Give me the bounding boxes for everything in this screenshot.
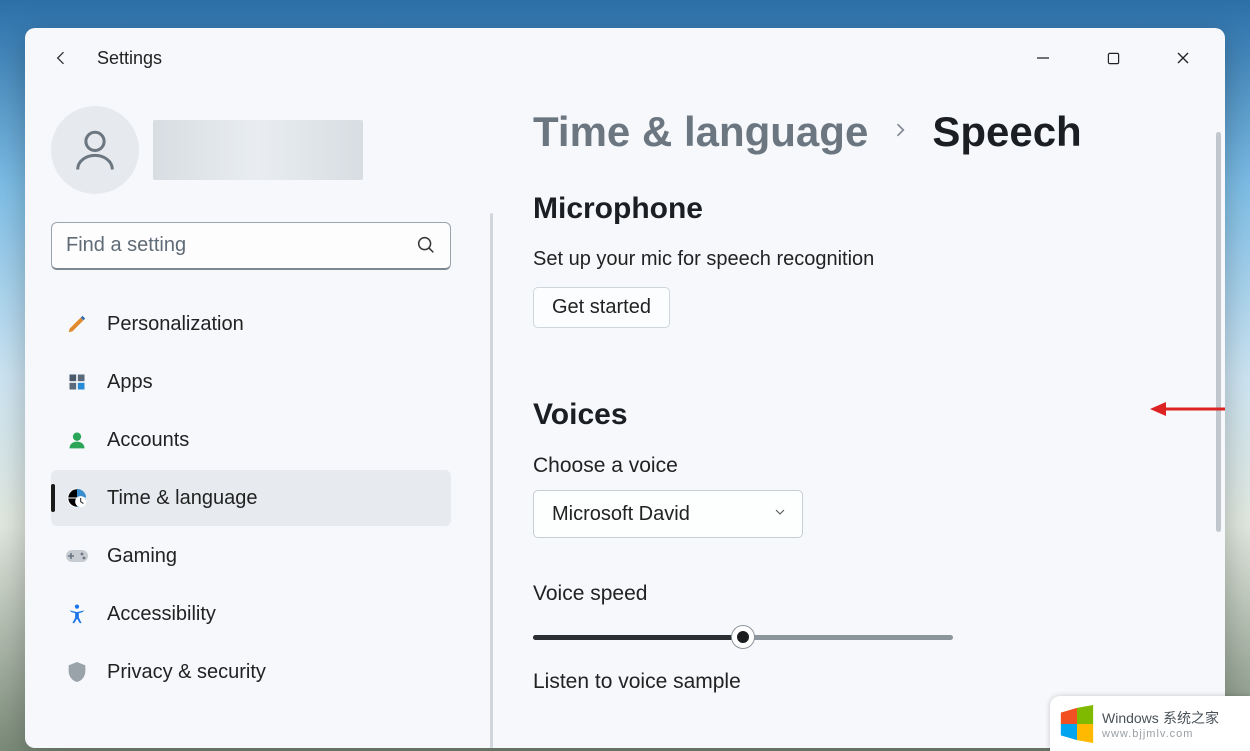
settings-window: Settings (25, 28, 1225, 748)
search-input[interactable] (51, 222, 451, 270)
voice-select[interactable]: Microsoft David (533, 490, 803, 538)
sidebar-item-accessibility[interactable]: Accessibility (51, 586, 451, 642)
microphone-description: Set up your mic for speech recognition (533, 248, 1215, 271)
avatar (51, 106, 139, 194)
titlebar: Settings (25, 28, 1225, 88)
scrollbar[interactable] (1216, 132, 1221, 532)
breadcrumb-parent[interactable]: Time & language (533, 108, 868, 156)
accessibility-icon (65, 602, 89, 626)
listen-sample-label: Listen to voice sample (533, 670, 1215, 694)
maximize-icon (1107, 52, 1120, 65)
voice-select-value: Microsoft David (552, 503, 690, 526)
search-icon (415, 234, 437, 261)
content-pane: Time & language Speech Microphone Set up… (485, 88, 1225, 748)
back-button[interactable] (47, 44, 75, 72)
close-button[interactable] (1163, 42, 1203, 74)
sidebar-item-label: Personalization (107, 313, 244, 336)
sidebar-item-label: Privacy & security (107, 661, 266, 684)
close-icon (1176, 51, 1190, 65)
watermark-url: www.bjjmlv.com (1102, 728, 1219, 740)
sidebar-item-label: Apps (107, 371, 153, 394)
accounts-icon (65, 428, 89, 452)
minimize-button[interactable] (1023, 42, 1063, 74)
choose-voice-label: Choose a voice (533, 454, 1215, 478)
person-icon (69, 124, 121, 176)
sidebar-item-label: Accounts (107, 429, 189, 452)
sidebar-item-apps[interactable]: Apps (51, 354, 451, 410)
breadcrumb-current: Speech (932, 108, 1081, 156)
content-left-divider (490, 213, 493, 748)
back-arrow-icon (51, 48, 71, 68)
voice-speed-label: Voice speed (533, 582, 1215, 606)
sidebar: Personalization Apps Accounts (25, 88, 485, 748)
minimize-icon (1036, 51, 1050, 65)
watermark: Windows 系统之家 www.bjjmlv.com (1050, 696, 1250, 751)
slider-fill (533, 635, 743, 640)
account-block[interactable] (51, 106, 475, 194)
shield-icon (65, 660, 89, 684)
voices-heading: Voices (533, 398, 1215, 432)
sidebar-item-label: Gaming (107, 545, 177, 568)
watermark-brand: Windows 系统之家 (1102, 708, 1219, 728)
sidebar-item-privacy[interactable]: Privacy & security (51, 644, 451, 700)
sidebar-item-time-language[interactable]: Time & language (51, 470, 451, 526)
windows-logo-icon (1056, 703, 1098, 745)
sidebar-item-label: Time & language (107, 487, 257, 510)
microphone-heading: Microphone (533, 192, 1215, 226)
sidebar-item-gaming[interactable]: Gaming (51, 528, 451, 584)
sidebar-item-personalization[interactable]: Personalization (51, 296, 451, 352)
slider-thumb[interactable] (732, 626, 754, 648)
globe-clock-icon (65, 486, 89, 510)
desktop-background: Settings (0, 0, 1250, 751)
get-started-button[interactable]: Get started (533, 287, 670, 328)
voice-speed-slider[interactable] (533, 626, 953, 646)
breadcrumb: Time & language Speech (533, 108, 1215, 156)
account-name-redacted (153, 120, 363, 180)
maximize-button[interactable] (1093, 42, 1133, 74)
nav-list: Personalization Apps Accounts (51, 296, 451, 700)
gamepad-icon (65, 544, 89, 568)
chevron-down-icon (772, 503, 788, 526)
sidebar-item-accounts[interactable]: Accounts (51, 412, 451, 468)
app-title: Settings (97, 48, 162, 69)
paintbrush-icon (65, 312, 89, 336)
chevron-right-icon (890, 120, 910, 145)
sidebar-item-label: Accessibility (107, 603, 216, 626)
apps-icon (65, 370, 89, 394)
